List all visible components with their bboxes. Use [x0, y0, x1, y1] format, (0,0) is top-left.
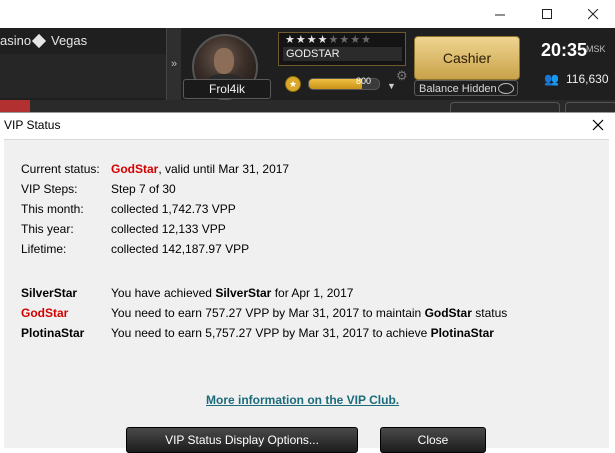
- vpp-progress-fill: [309, 79, 362, 89]
- this-year-label: This year:: [21, 222, 74, 236]
- dialog-body: Current status: GodStar, valid until Mar…: [4, 139, 609, 453]
- vip-display-options-button[interactable]: VIP Status Display Options...: [126, 427, 358, 453]
- this-month-value: collected 1,742.73 VPP: [111, 202, 236, 216]
- balance-hidden-label: Balance Hidden: [419, 83, 497, 95]
- clock-timezone: MSK: [586, 44, 606, 54]
- balance-toggle[interactable]: Balance Hidden: [414, 80, 518, 96]
- lifetime-value: collected 142,187.97 VPP: [111, 242, 250, 256]
- silverstar-text: You have achieved SilverStar for Apr 1, …: [111, 286, 353, 301]
- vpp-value: 800: [356, 76, 372, 86]
- username-label: Frol4ik: [183, 79, 271, 99]
- close-button[interactable]: Close: [380, 427, 486, 453]
- lifetime-label: Lifetime:: [21, 242, 67, 256]
- current-status-value: GodStar, valid until Mar 31, 2017: [111, 162, 289, 177]
- current-status-label: Current status:: [21, 162, 100, 176]
- star-icon: ★: [306, 34, 318, 46]
- diamond-icon: [31, 33, 47, 49]
- vpp-coin-icon: ★: [285, 76, 301, 92]
- vip-status-dialog: VIP Status Current status: GodStar, vali…: [0, 112, 615, 453]
- star-icon: ★: [285, 34, 296, 46]
- star-icon: ★: [317, 34, 329, 46]
- current-status-name: GodStar: [111, 162, 159, 176]
- plotinastar-name: PlotinaStar: [430, 326, 494, 340]
- cashier-button[interactable]: Cashier: [414, 36, 520, 80]
- star-icon: ★: [295, 34, 307, 46]
- star-icon: ★: [339, 34, 351, 46]
- minimize-icon: [494, 14, 505, 15]
- gear-icon[interactable]: ⚙: [396, 68, 408, 84]
- window-titlebar: [0, 0, 615, 30]
- silverstar-text-pre: You have achieved: [111, 286, 216, 300]
- close-icon: [592, 119, 604, 131]
- silverstar-text-post: for Apr 1, 2017: [271, 286, 354, 300]
- this-month-label: This month:: [21, 202, 84, 216]
- players-online-count: 116,630: [566, 72, 609, 86]
- players-icon: 👥: [544, 72, 559, 86]
- silverstar-name: SilverStar: [215, 286, 272, 300]
- double-chevron-right-icon: »: [170, 58, 178, 70]
- lobby-area: [0, 54, 170, 98]
- window-close-button[interactable]: [571, 0, 615, 28]
- plotinastar-text-pre: You need to earn 5,757.27 VPP by Mar 31,…: [111, 326, 431, 340]
- clock-time: 20:35: [541, 40, 588, 60]
- chevron-down-icon[interactable]: ▼: [387, 81, 396, 91]
- plotinastar-text: You need to earn 5,757.27 VPP by Mar 31,…: [111, 326, 494, 341]
- godstar-label: GodStar: [21, 306, 69, 320]
- tab-vegas-label: Vegas: [51, 33, 88, 48]
- tab-vegas[interactable]: Vegas: [31, 30, 88, 52]
- maximize-button[interactable]: [525, 0, 569, 28]
- tab-casino[interactable]: asino: [0, 30, 31, 52]
- godstar-name: GodStar: [424, 306, 472, 320]
- client-header: asino Vegas » Frol4ik ★★★★★★★★ GODSTAR ★…: [0, 28, 615, 100]
- star-icon: ★: [328, 34, 340, 46]
- dialog-close-button[interactable]: [588, 115, 608, 135]
- vip-status-box[interactable]: ★★★★★★★★ GODSTAR: [278, 32, 406, 66]
- this-year-value: collected 12,133 VPP: [111, 222, 226, 236]
- current-status-validity: , valid until Mar 31, 2017: [158, 162, 290, 176]
- avatar-face: [214, 48, 234, 74]
- star-icon: ★: [350, 34, 362, 46]
- eye-icon: [498, 83, 514, 94]
- dialog-title: VIP Status: [4, 118, 61, 132]
- expand-panel-button[interactable]: »: [166, 28, 181, 100]
- lobby-red-tab[interactable]: [0, 100, 30, 112]
- vip-steps-label: VIP Steps:: [21, 182, 78, 196]
- silverstar-label: SilverStar: [21, 286, 78, 300]
- vip-steps-value: Step 7 of 30: [111, 182, 176, 196]
- godstar-text-post: status: [471, 306, 508, 320]
- godstar-text: You need to earn 757.27 VPP by Mar 31, 2…: [111, 306, 507, 321]
- star-icon: ★: [361, 34, 372, 46]
- plotinastar-label: PlotinaStar: [21, 326, 85, 340]
- godstar-text-pre: You need to earn 757.27 VPP by Mar 31, 2…: [111, 306, 425, 320]
- close-icon: [587, 8, 598, 19]
- minimize-button[interactable]: [478, 0, 522, 28]
- star-rating: ★★★★★★★★: [285, 33, 372, 46]
- vip-status-name: GODSTAR: [283, 47, 402, 61]
- maximize-icon: [541, 8, 552, 19]
- lobby-subbar: [0, 100, 615, 113]
- vip-club-info-link[interactable]: More information on the VIP Club.: [206, 393, 399, 407]
